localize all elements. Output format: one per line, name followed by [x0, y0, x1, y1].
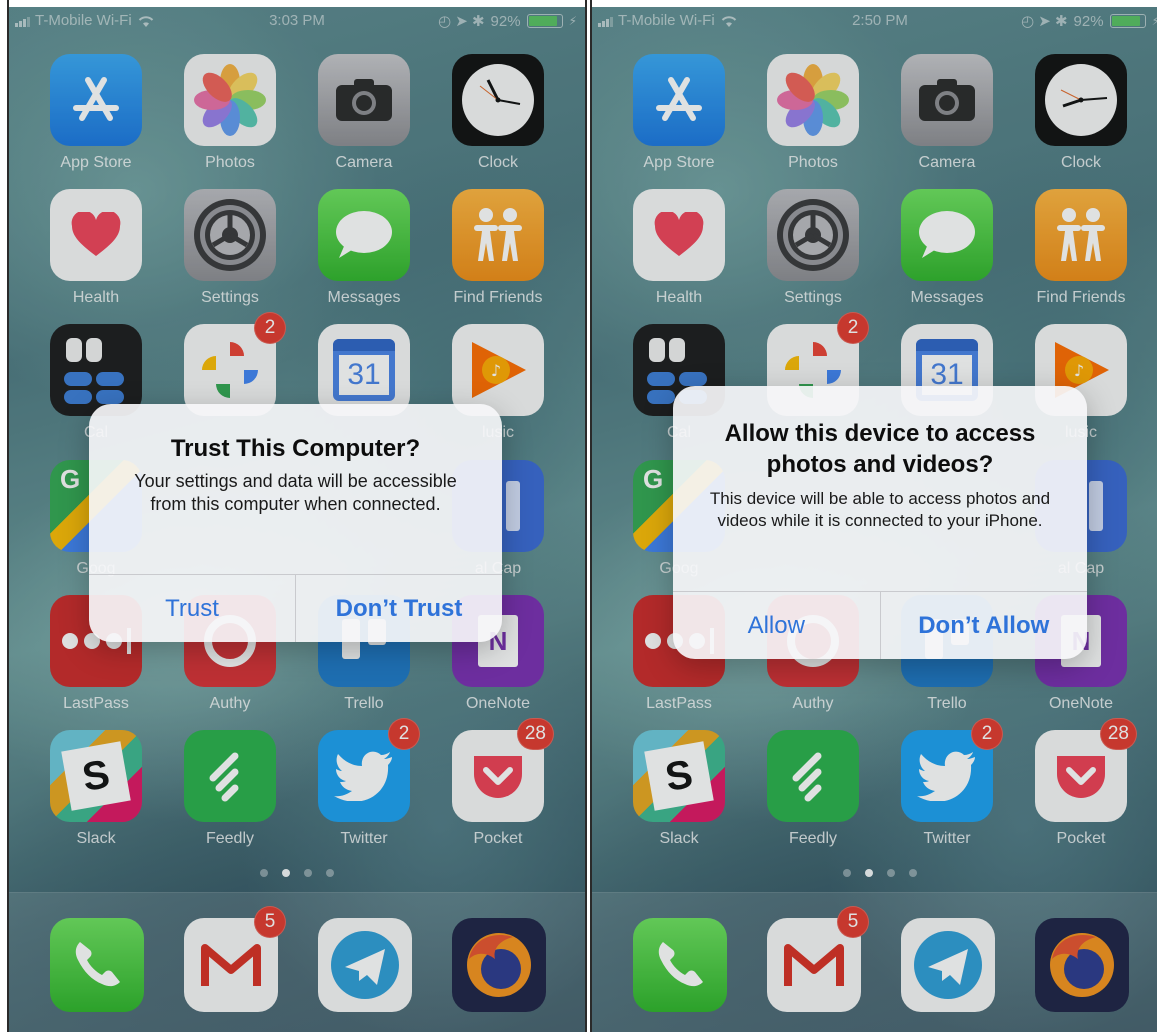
dont-allow-button[interactable]: Don’t Allow [879, 592, 1088, 659]
allow-button[interactable]: Allow [673, 592, 880, 659]
trust-button[interactable]: Trust [89, 575, 295, 642]
alert-button-row: Allow Don’t Allow [673, 591, 1087, 659]
dont-trust-button[interactable]: Don’t Trust [295, 575, 502, 642]
allow-access-alert: Allow this device to access photos and v… [673, 386, 1087, 659]
alert-title: Trust This Computer? [170, 435, 421, 462]
phone-screen-trust-computer: T-Mobile Wi-Fi 3:03 PM ◴ ➤ ✱ 92% ⚡ App S… [9, 7, 585, 1032]
alert-title: Allow this device to access photos and v… [724, 420, 1036, 479]
alert-message: This device will be able to access photo… [709, 489, 1051, 531]
alert-message: Your settings and data will be accessibl… [134, 471, 457, 515]
phone-screen-allow-access: T-Mobile Wi-Fi 2:50 PM ◴ ➤ ✱ 92% ⚡ App S… [592, 7, 1157, 1032]
screenshot-border-middle-left [585, 0, 587, 1032]
trust-computer-alert: Trust This Computer? Your settings and d… [89, 404, 502, 642]
alert-button-row: Trust Don’t Trust [89, 574, 502, 642]
